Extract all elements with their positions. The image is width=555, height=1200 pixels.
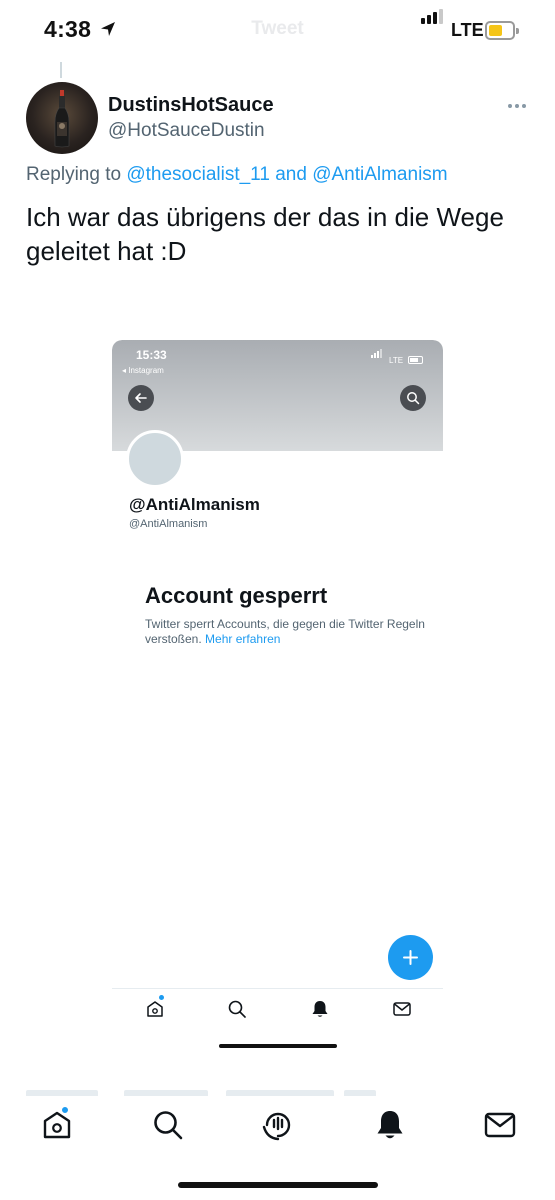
account-suspended-text: Twitter sperrt Accounts, die gegen die T… xyxy=(145,617,425,647)
replying-to-line: Replying to @thesocialist_11 and @AntiAl… xyxy=(26,164,448,186)
mention-link-1[interactable]: @thesocialist_11 xyxy=(126,164,270,185)
learn-more-link: Mehr erfahren xyxy=(205,632,281,646)
user-handle[interactable]: @HotSauceDustin xyxy=(108,120,265,142)
status-bar: Tweet 4:38 LTE xyxy=(0,0,555,64)
mail-icon xyxy=(392,999,412,1019)
embedded-status-time: 15:33 xyxy=(136,348,167,362)
embedded-tab-bar xyxy=(112,990,443,1028)
embedded-avatar-placeholder xyxy=(126,430,184,488)
embedded-profile-name: @AntiAlmanism xyxy=(129,495,260,514)
cut-off-timestamp-row xyxy=(0,1082,555,1096)
suspended-explanation: Twitter sperrt Accounts, die gegen die T… xyxy=(145,617,425,646)
search-icon[interactable] xyxy=(151,1108,185,1142)
embedded-battery-icon xyxy=(408,356,423,364)
bell-icon xyxy=(310,999,330,1019)
location-arrow-icon xyxy=(100,21,116,42)
home-indicator xyxy=(178,1182,378,1188)
embedded-screenshot[interactable]: 15:33 ◂ Instagram LTE @AntiAlmanism @Ant… xyxy=(112,340,443,990)
network-label: LTE xyxy=(451,20,484,40)
home-icon[interactable] xyxy=(40,1106,74,1142)
display-name[interactable]: DustinsHotSauce xyxy=(108,94,274,117)
tweet-text: Ich war das übrigens der das in die Wege… xyxy=(26,202,504,266)
embedded-back-app: ◂ Instagram xyxy=(122,366,164,375)
embedded-tabbar-divider xyxy=(112,988,443,989)
search-icon xyxy=(227,999,247,1019)
account-suspended-title: Account gesperrt xyxy=(145,583,328,608)
avatar[interactable] xyxy=(26,82,98,154)
search-icon xyxy=(400,385,426,411)
hot-sauce-bottle-icon xyxy=(54,90,70,148)
bottom-tab-bar xyxy=(0,1100,555,1156)
embedded-profile-handle: @AntiAlmanism xyxy=(129,518,208,530)
status-time: 4:38 xyxy=(44,16,92,42)
replying-prefix: Replying to xyxy=(26,164,122,185)
embedded-home-indicator xyxy=(219,1044,337,1048)
battery-icon xyxy=(485,21,519,40)
mention-link-2[interactable]: @AntiAlmanism xyxy=(312,164,447,185)
spaces-icon[interactable] xyxy=(261,1108,295,1142)
home-icon xyxy=(145,995,165,1019)
embedded-network-label: LTE xyxy=(389,356,404,365)
compose-plus-icon xyxy=(388,935,433,980)
bell-icon[interactable] xyxy=(373,1108,407,1142)
thread-connector-line xyxy=(60,62,62,78)
mail-icon[interactable] xyxy=(483,1108,517,1142)
replying-and: and xyxy=(275,164,307,185)
back-arrow-icon xyxy=(128,385,154,411)
